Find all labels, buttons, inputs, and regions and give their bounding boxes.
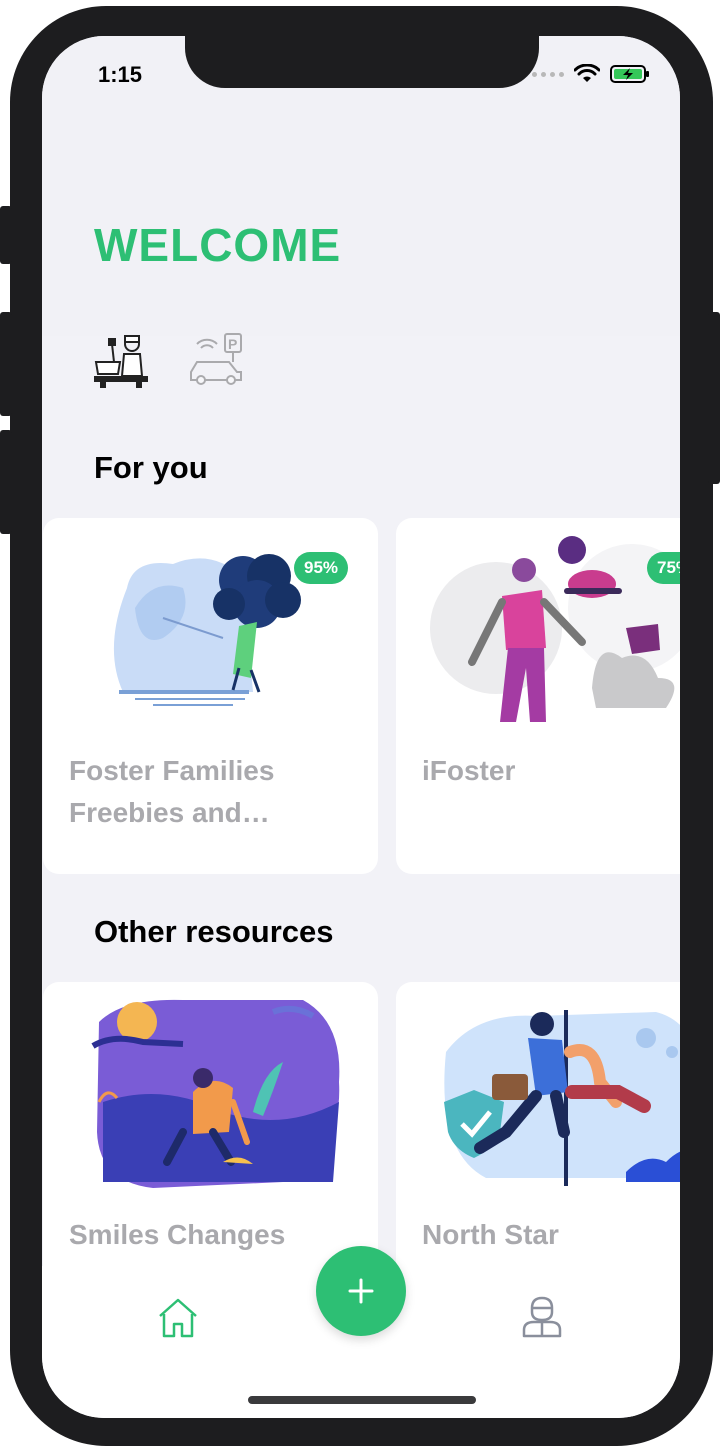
status-time: 1:15 [98,62,143,87]
resource-card-ifoster[interactable]: 75% iFoster [396,518,680,874]
plus-icon [348,1278,374,1304]
tab-profile[interactable] [520,1294,564,1343]
welcome-heading: WELCOME [94,219,342,271]
wifi-icon [574,64,600,82]
car-parking-icon[interactable]: P [187,332,245,393]
add-button[interactable] [316,1246,406,1336]
app-screen: 1:15 WELCOME P For you 95% Foster Famili… [42,36,680,1418]
svg-text:P: P [228,336,237,352]
match-badge: 95% [294,552,349,584]
waiter-illustration [396,518,680,728]
user-icon [522,1296,562,1338]
gardening-illustration [43,982,378,1192]
home-icon [159,1298,197,1338]
volume-down-button [0,430,12,534]
tab-home[interactable] [156,1296,200,1345]
chef-cooking-icon[interactable] [92,332,150,393]
broccoli-illustration [43,518,378,728]
volume-up-button [0,312,12,416]
battery-charging-icon [610,65,649,83]
for-you-title: For you [94,450,208,485]
card-title: Foster Families Freebies and Discounts [69,755,275,828]
other-resources-title: Other resources [94,914,334,949]
running-illustration [396,982,680,1192]
mute-switch [0,206,12,264]
status-icons [532,64,650,84]
card-title: iFoster [422,755,516,786]
home-indicator[interactable] [248,1396,476,1404]
notch [185,36,539,88]
signal-dots-icon [532,71,564,77]
power-button [708,312,720,484]
match-badge: 75% [647,552,680,584]
card-title: North Star [422,1219,559,1250]
resource-card-foster-families[interactable]: 95% Foster Families Freebies and Discoun… [43,518,378,874]
